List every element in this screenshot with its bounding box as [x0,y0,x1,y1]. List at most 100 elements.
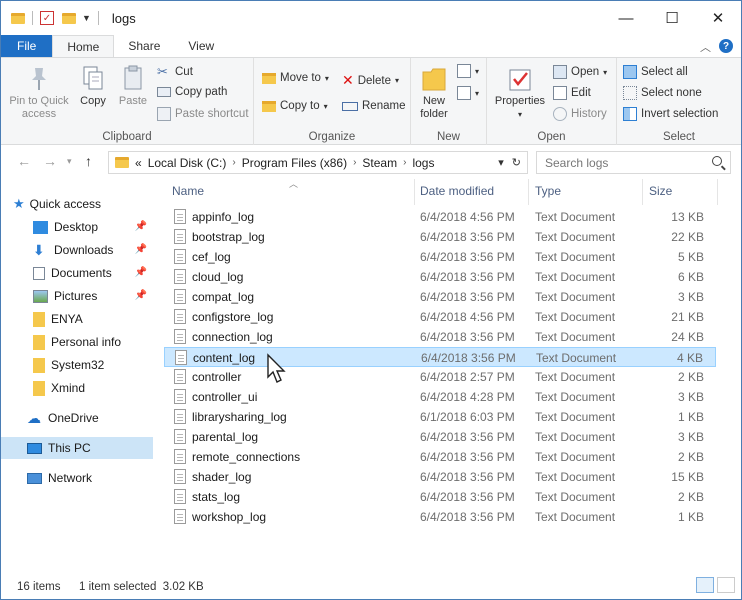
details-view-button[interactable] [696,577,714,593]
file-type: Text Document [536,351,617,365]
column-name[interactable]: Name [172,184,204,198]
expand-ribbon-icon[interactable]: ︿ [700,39,711,55]
breadcrumb-steam[interactable]: Steam [362,156,397,170]
move-to-button[interactable]: Move to ▾ [262,72,329,84]
column-divider[interactable] [414,179,415,205]
file-row[interactable]: stats_log 6/4/2018 3:56 PM Text Document 2 … [164,487,716,507]
open-button[interactable]: Open ▾ [553,65,607,79]
copy-path-button[interactable]: Copy path [157,86,227,98]
file-row[interactable]: parental_log 6/4/2018 3:56 PM Text Documen… [164,427,716,447]
tab-file[interactable]: File [1,35,53,57]
window-controls: — ☐ ✕ [603,1,741,35]
properties-button[interactable]: Properties ▾ [493,64,547,121]
tab-home[interactable]: Home [52,35,115,57]
back-arrow-icon[interactable]: ← [17,153,31,169]
file-row[interactable]: controller_ui 6/4/2018 4:28 PM Text Docume… [164,387,716,407]
column-divider[interactable] [717,179,718,205]
pin-icon[interactable]: 📌 [135,244,147,255]
copy-icon [83,66,103,90]
file-name: remote_connections [192,450,301,464]
file-date: 6/4/2018 4:56 PM [420,210,515,224]
nav-item-documents[interactable]: Documents 📌 [1,262,153,284]
edit-button[interactable]: Edit [553,86,591,100]
file-row[interactable]: controller 6/4/2018 2:57 PM Text Document 2… [164,367,716,387]
select-none-button[interactable]: Select none [623,86,702,100]
copy-to-button[interactable]: Copy to ▾ [262,100,328,112]
breadcrumb-overflow[interactable]: « [135,156,142,170]
properties-label: Properties [494,95,546,107]
nav-item-personal-info[interactable]: Personal info [1,331,153,353]
file-row[interactable]: connection_log 6/4/2018 3:56 PM Text Docum… [164,327,716,347]
breadcrumb-separator-icon: › [403,157,407,168]
file-row[interactable]: appinfo_log 6/4/2018 4:56 PM Text Document… [164,207,716,227]
file-row[interactable]: content_log 6/4/2018 3:56 PM Text Document… [164,347,716,367]
file-row[interactable]: librarysharing_log 6/1/2018 6:03 PM Text D… [164,407,716,427]
column-divider[interactable] [528,179,529,205]
cut-button[interactable]: ✂ Cut [157,65,193,79]
up-arrow-icon[interactable]: ↑ [85,153,92,169]
file-name: cloud_log [192,270,244,284]
file-row[interactable]: cloud_log 6/4/2018 3:56 PM Text Document 6 … [164,267,716,287]
folder-icon [33,357,45,373]
column-date-modified[interactable]: Date modified [420,184,494,198]
breadcrumb-program-files[interactable]: Program Files (x86) [242,156,347,170]
properties-check-icon[interactable]: ✓ [40,11,54,25]
file-row[interactable]: compat_log 6/4/2018 3:56 PM Text Document 3… [164,287,716,307]
nav-item-enya[interactable]: ENYA [1,308,153,330]
breadcrumb-local-disk[interactable]: Local Disk (C:) [148,156,227,170]
rename-button[interactable]: Rename [342,100,405,112]
select-group: Select all Select none Invert selection … [617,58,741,146]
easy-access-button[interactable]: ▾ [457,86,479,100]
paste-shortcut-button[interactable]: Paste shortcut [157,107,249,121]
customize-toolbar-icon[interactable]: ▼ [82,13,91,23]
breadcrumb-logs[interactable]: logs [412,156,434,170]
column-divider[interactable] [642,179,643,205]
pin-icon[interactable]: 📌 [135,221,147,232]
column-size[interactable]: Size [649,184,672,198]
minimize-button[interactable]: — [603,1,649,35]
tab-share[interactable]: Share [114,35,174,57]
delete-button[interactable]: ✕ Delete ▾ [342,72,399,89]
help-icon[interactable]: ? [719,39,733,53]
pin-to-quick-access-button[interactable]: Pin to Quick access [7,64,71,121]
pin-icon[interactable]: 📌 [135,290,147,301]
copy-button[interactable]: Copy [75,64,111,108]
paste-button[interactable]: Paste [115,64,151,108]
nav-network[interactable]: Network [1,467,153,489]
file-row[interactable]: configstore_log 6/4/2018 4:56 PM Text Docu… [164,307,716,327]
tab-view[interactable]: View [174,35,228,57]
file-row[interactable]: shader_log 6/4/2018 3:56 PM Text Document 1… [164,467,716,487]
nav-item-system32[interactable]: System32 [1,354,153,376]
maximize-button[interactable]: ☐ [649,1,695,35]
nav-item-desktop[interactable]: Desktop 📌 [1,216,153,238]
nav-quick-access[interactable]: ★ Quick access [1,193,153,215]
nav-item-downloads[interactable]: ⬇ Downloads 📌 [1,239,153,261]
nav-item-pictures[interactable]: Pictures 📌 [1,285,153,307]
select-all-button[interactable]: Select all [623,65,688,79]
refresh-icon[interactable]: ↻ [512,156,521,169]
file-row[interactable]: remote_connections 6/4/2018 3:56 PM Text D… [164,447,716,467]
nav-this-pc[interactable]: This PC [1,437,153,459]
history-button[interactable]: History [553,107,607,121]
address-bar[interactable]: « Local Disk (C:) › Program Files (x86) … [108,151,528,174]
nav-item-xmind[interactable]: Xmind [1,377,153,399]
computer-icon [27,442,42,454]
new-folder-icon[interactable] [62,12,76,24]
file-size: 2 KB [677,450,704,464]
file-row[interactable]: bootstrap_log 6/4/2018 3:56 PM Text Docume… [164,227,716,247]
invert-selection-icon [623,107,637,121]
recent-locations-icon[interactable]: ▾ [67,156,72,167]
close-button[interactable]: ✕ [695,1,741,35]
file-row[interactable]: cef_log 6/4/2018 3:56 PM Text Document 5 KB [164,247,716,267]
nav-onedrive[interactable]: ☁ OneDrive [1,407,153,429]
large-icons-view-button[interactable] [717,577,735,593]
column-type[interactable]: Type [535,184,561,198]
new-folder-button[interactable]: New folder [417,64,451,121]
new-item-button[interactable]: ▾ [457,64,479,78]
invert-selection-button[interactable]: Invert selection [623,107,718,121]
file-row[interactable]: workshop_log 6/4/2018 3:56 PM Text Documen… [164,507,716,527]
search-input[interactable]: Search logs [536,151,731,174]
pin-icon[interactable]: 📌 [135,267,147,278]
forward-arrow-icon[interactable]: → [43,153,57,169]
address-dropdown-icon[interactable]: ▾ [498,156,504,169]
